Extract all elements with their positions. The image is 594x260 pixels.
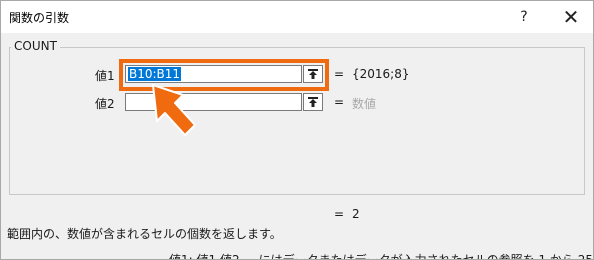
orange-pointer-arrow-icon — [152, 84, 196, 136]
arg2-label: 値2 — [95, 97, 115, 111]
arg2-collapse-button[interactable] — [303, 93, 323, 111]
formula-result: 2 — [352, 207, 360, 221]
function-arguments-dialog: 関数の引数 ? ✕ COUNT 値1 B10:B11 = {2016;8} 値2… — [0, 0, 594, 260]
arg2-result-hint: 数値 — [352, 97, 377, 111]
function-description: 範囲内の、数値が含まれるセルの個数を返します。 — [7, 227, 282, 241]
collapse-dialog-icon — [308, 97, 318, 107]
title-bar: 関数の引数 ? ✕ — [1, 1, 593, 33]
dialog-title: 関数の引数 — [9, 11, 70, 25]
help-button[interactable]: ? — [509, 1, 539, 33]
arg1-equals: = — [334, 67, 345, 81]
arg1-result: {2016;8} — [352, 67, 410, 81]
close-button[interactable]: ✕ — [553, 1, 589, 33]
formula-equals: = — [334, 207, 345, 221]
arg1-collapse-button[interactable] — [303, 65, 323, 83]
arg2-equals: = — [334, 95, 345, 109]
argument-help-text: 値1: 値1,値2,... にはデータまたはデータが入力されたセルの参照を 1 … — [169, 253, 594, 260]
collapse-dialog-icon — [308, 69, 318, 79]
arg1-label: 値1 — [95, 69, 115, 83]
function-name: COUNT — [11, 39, 60, 53]
arg1-value: B10:B11 — [128, 67, 182, 81]
